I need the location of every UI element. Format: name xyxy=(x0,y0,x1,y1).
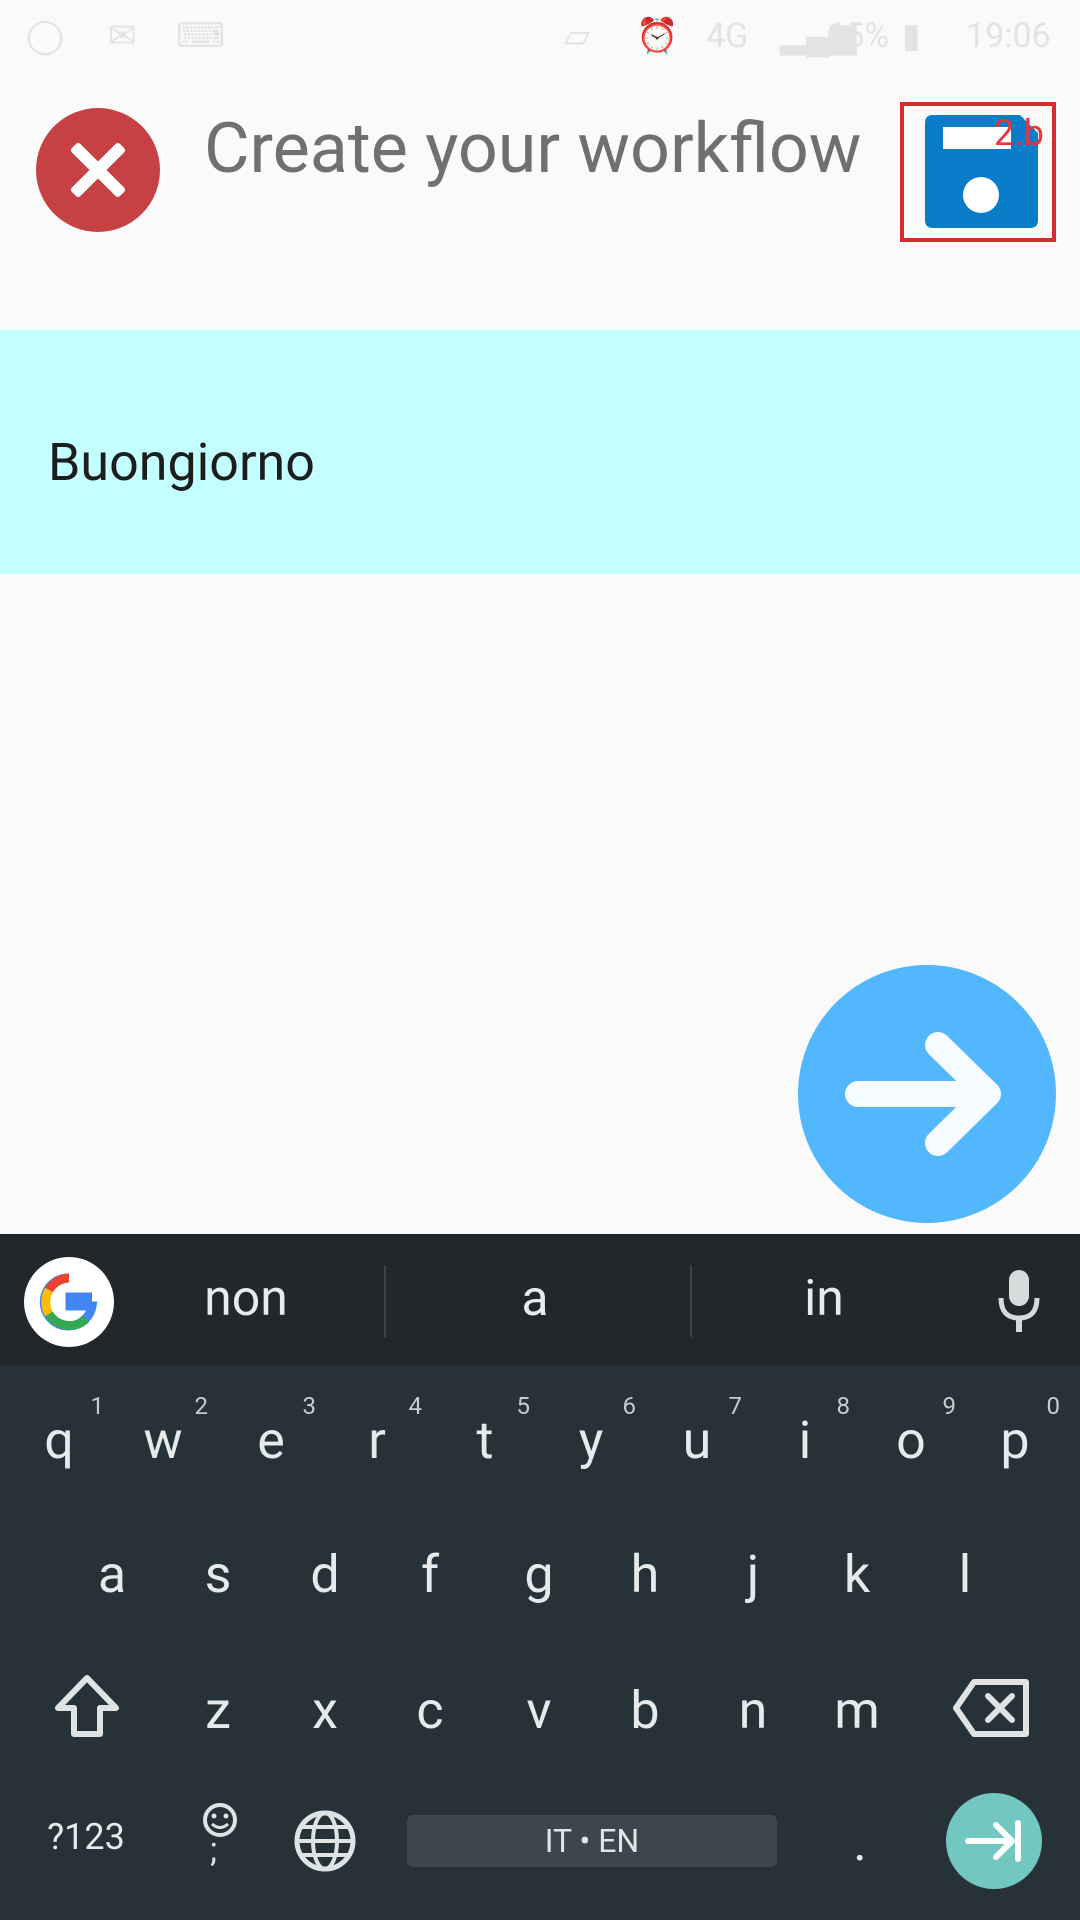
arrow-right-icon xyxy=(845,1032,1001,1156)
key-label: y xyxy=(578,1410,604,1471)
key-f[interactable]: f xyxy=(385,1544,475,1605)
close-button[interactable] xyxy=(36,108,160,232)
key-u[interactable]: u7 xyxy=(652,1392,742,1471)
shift-icon[interactable] xyxy=(52,1672,122,1742)
space-bar[interactable]: IT • EN xyxy=(407,1815,777,1867)
network-label: 4G xyxy=(706,16,749,56)
battery-percent: 65% xyxy=(826,16,890,56)
key-z[interactable]: z xyxy=(173,1680,263,1741)
key-v[interactable]: v xyxy=(494,1680,584,1741)
key-m[interactable]: m xyxy=(812,1680,902,1741)
key-label: r xyxy=(368,1410,386,1471)
emoji-icon xyxy=(203,1803,237,1837)
key-x[interactable]: x xyxy=(280,1680,370,1741)
key-k[interactable]: k xyxy=(812,1544,902,1605)
enter-icon xyxy=(965,1820,1021,1862)
key-c[interactable]: c xyxy=(385,1680,475,1741)
key-label: p xyxy=(1000,1410,1030,1471)
message-text: Buongiorno xyxy=(48,432,315,493)
key-g[interactable]: g xyxy=(494,1544,584,1605)
key-r[interactable]: r4 xyxy=(332,1392,422,1471)
next-button[interactable] xyxy=(798,965,1056,1223)
google-button[interactable] xyxy=(24,1257,114,1347)
key-hint: 5 xyxy=(516,1392,531,1420)
key-d[interactable]: d xyxy=(280,1544,370,1605)
key-hint: 4 xyxy=(408,1392,423,1420)
key-w[interactable]: w2 xyxy=(118,1392,208,1471)
emoji-key[interactable]: ; xyxy=(196,1800,244,1870)
suggestion-3[interactable]: in xyxy=(724,1270,924,1328)
key-a[interactable]: a xyxy=(67,1544,157,1605)
suggestion-2[interactable]: a xyxy=(435,1270,635,1328)
symbols-key[interactable]: ?123 xyxy=(36,1816,136,1858)
annotation-tag: 2.b xyxy=(994,112,1044,154)
battery-icon: ▮ xyxy=(902,16,921,56)
globe-icon[interactable] xyxy=(292,1808,358,1874)
key-hint: 3 xyxy=(302,1392,317,1420)
key-hint: 8 xyxy=(836,1392,851,1420)
key-q[interactable]: q1 xyxy=(14,1392,104,1471)
key-h[interactable]: h xyxy=(600,1544,690,1605)
google-icon xyxy=(39,1273,98,1331)
key-label: t xyxy=(476,1410,494,1471)
key-label: u xyxy=(682,1410,712,1471)
key-i[interactable]: i8 xyxy=(760,1392,850,1471)
key-o[interactable]: o9 xyxy=(866,1392,956,1471)
key-hint: 7 xyxy=(728,1392,743,1420)
clock: 19:06 xyxy=(966,16,1051,56)
suggestion-divider xyxy=(690,1265,692,1337)
period-key[interactable]: . xyxy=(815,1812,905,1873)
key-b[interactable]: b xyxy=(600,1680,690,1741)
key-j[interactable]: j xyxy=(708,1544,798,1605)
rotate-icon: ▱ xyxy=(564,16,591,56)
enter-key[interactable] xyxy=(946,1793,1042,1889)
mic-icon[interactable] xyxy=(995,1268,1043,1334)
key-e[interactable]: e3 xyxy=(226,1392,316,1471)
key-s[interactable]: s xyxy=(173,1544,263,1605)
key-hint: 0 xyxy=(1046,1392,1061,1420)
key-hint: 9 xyxy=(942,1392,957,1420)
key-hint: 6 xyxy=(622,1392,637,1420)
key-label: i xyxy=(798,1410,812,1471)
key-hint: 1 xyxy=(90,1392,105,1420)
key-hint: 2 xyxy=(194,1392,209,1420)
page-title: Create your workflow xyxy=(204,108,862,190)
emoji-key-label: ; xyxy=(210,1830,218,1870)
key-p[interactable]: p0 xyxy=(970,1392,1060,1471)
suggestion-divider xyxy=(384,1265,386,1337)
mail-icon: ✉ xyxy=(108,16,137,56)
key-l[interactable]: l xyxy=(920,1544,1010,1605)
backspace-icon[interactable] xyxy=(952,1678,1032,1738)
whatsapp-icon: ◯ xyxy=(26,16,65,56)
suggestion-1[interactable]: non xyxy=(146,1270,346,1328)
key-label: o xyxy=(896,1410,926,1471)
alarm-icon: ⏰ xyxy=(636,16,679,56)
key-n[interactable]: n xyxy=(708,1680,798,1741)
key-t[interactable]: t5 xyxy=(440,1392,530,1471)
keyboard-notification-icon: ⌨ xyxy=(176,16,226,56)
key-label: q xyxy=(44,1410,74,1471)
key-y[interactable]: y6 xyxy=(546,1392,636,1471)
status-bar: ◯ ✉ ⌨ ▱ ⏰ 4G ▂▄▆ 65% ▮ 19:06 xyxy=(0,0,1080,72)
key-label: e xyxy=(257,1410,285,1471)
key-label: w xyxy=(143,1410,183,1471)
